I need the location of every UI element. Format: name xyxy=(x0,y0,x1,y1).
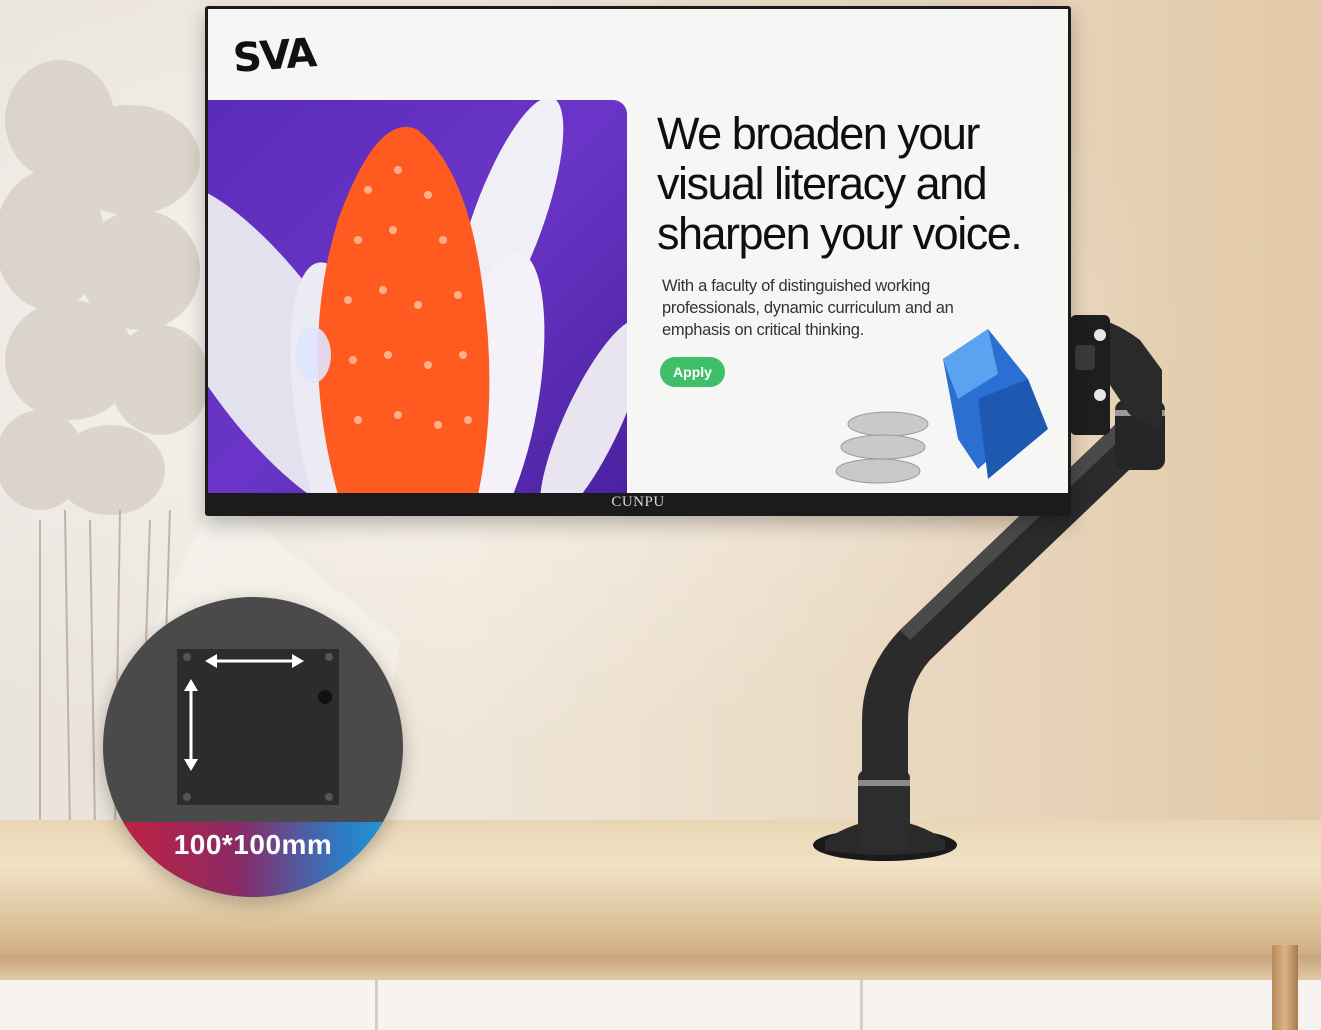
site-logo[interactable]: SVA xyxy=(231,30,316,82)
monitor: SVA We broaden your visual literacy and … xyxy=(205,6,1071,516)
decorative-3d-shapes xyxy=(835,329,1048,484)
vesa-size-label: 100*100mm xyxy=(173,829,333,860)
hero-headline: We broaden your visual literacy and shar… xyxy=(657,108,1023,259)
cabinet-divider xyxy=(375,980,378,1030)
monitor-screen: SVA We broaden your visual literacy and … xyxy=(208,9,1068,493)
flower-illustration xyxy=(208,100,627,493)
monitor-brand-label: CUNPU xyxy=(611,494,665,510)
vesa-plate xyxy=(177,649,339,805)
cabinet-divider xyxy=(860,980,863,1030)
vesa-detail-callout: 100*100mm xyxy=(103,597,403,897)
vesa-dimension-arrows xyxy=(183,653,333,801)
table-leg xyxy=(1272,945,1298,1030)
hero-image xyxy=(208,100,627,493)
cabinet xyxy=(0,980,1321,1030)
apply-button[interactable]: Apply xyxy=(660,357,725,387)
